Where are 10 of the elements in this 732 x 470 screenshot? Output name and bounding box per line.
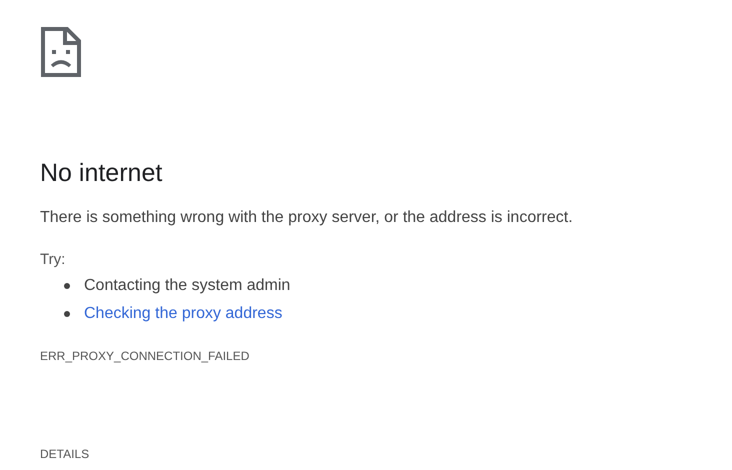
error-code: ERR_PROXY_CONNECTION_FAILED (40, 348, 250, 364)
details-button[interactable]: DETAILS (40, 446, 90, 462)
bullet-icon (64, 311, 70, 317)
page-title: No internet (40, 158, 164, 188)
bullet-icon (64, 283, 70, 289)
sad-page-icon (40, 26, 82, 78)
suggestions-heading: Try: (40, 250, 66, 270)
suggestion-link[interactable]: Checking the proxy address (84, 304, 282, 324)
error-message: There is something wrong with the proxy server, or the address is incorrect. (40, 208, 574, 228)
suggestion-text: Contacting the system admin (84, 276, 290, 296)
